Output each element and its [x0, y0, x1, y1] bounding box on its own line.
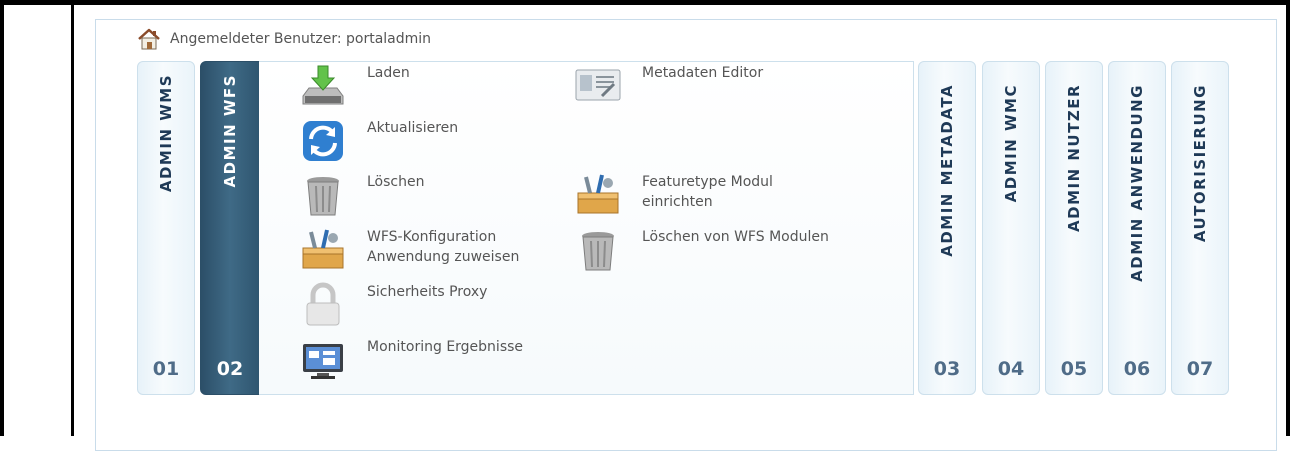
refresh-icon — [303, 121, 343, 161]
menu-item-label: Aktualisieren — [367, 120, 459, 136]
lock-icon — [306, 282, 340, 326]
menu-item-label: WFS-Konfiguration Anwendung zuweisen — [367, 229, 520, 265]
tab-number: 01 — [152, 358, 180, 380]
menu-item-label: Featuretype Modul einrichten — [642, 174, 773, 210]
menu-item-loeschen-wfs-module[interactable]: Löschen von WFS Modulen — [574, 226, 829, 274]
menu-item-label: Löschen — [367, 174, 425, 190]
toolbox-icon — [577, 174, 619, 214]
tab-title: ADMIN WMS — [157, 74, 175, 193]
wfs-menu-panel: Laden Aktualisieren Löschen WFS-Konfigur… — [259, 61, 914, 395]
tab-admin-wfs[interactable]: ADMIN WFS 02 — [200, 61, 260, 395]
menu-item-label: Sicherheits Proxy — [367, 284, 488, 300]
menu-item-label: Löschen von WFS Modulen — [642, 229, 829, 245]
tab-number: 02 — [216, 358, 244, 380]
menu-item-aktualisieren[interactable]: Aktualisieren — [299, 117, 458, 165]
tab-admin-anwendung[interactable]: ADMIN ANWENDUNG 06 — [1108, 61, 1166, 395]
monitor-icon — [303, 344, 343, 379]
id-card-icon — [575, 69, 621, 101]
menu-item-wfs-konfiguration[interactable]: WFS-Konfiguration Anwendung zuweisen — [299, 226, 519, 274]
tab-title: ADMIN WMC — [1002, 84, 1020, 203]
tab-title: AUTORISIERUNG — [1191, 84, 1209, 243]
tab-admin-nutzer[interactable]: ADMIN NUTZER 05 — [1045, 61, 1103, 395]
menu-item-sicherheits-proxy[interactable]: Sicherheits Proxy — [299, 281, 487, 329]
tab-number: 03 — [933, 358, 961, 380]
home-icon[interactable] — [136, 27, 162, 51]
tab-number: 04 — [997, 358, 1025, 380]
menu-item-laden[interactable]: Laden — [299, 62, 410, 110]
tab-number: 07 — [1186, 358, 1214, 380]
menu-item-label: Laden — [367, 65, 410, 81]
tab-admin-wms[interactable]: ADMIN WMS 01 — [137, 61, 195, 395]
menu-item-featuretype-modul[interactable]: Featuretype Modul einrichten — [574, 171, 773, 219]
tab-title: ADMIN WFS — [221, 74, 239, 188]
toolbox-icon — [302, 229, 344, 269]
tab-admin-wmc[interactable]: ADMIN WMC 04 — [982, 61, 1040, 395]
menu-item-loeschen[interactable]: Löschen — [299, 171, 424, 219]
menu-item-metadaten-editor[interactable]: Metadaten Editor — [574, 62, 763, 110]
tab-admin-metadata[interactable]: ADMIN METADATA 03 — [918, 61, 976, 395]
window-frame-left — [0, 0, 4, 436]
tab-title: ADMIN ANWENDUNG — [1128, 84, 1146, 282]
trash-icon — [582, 232, 614, 271]
tab-autorisierung[interactable]: AUTORISIERUNG 07 — [1171, 61, 1229, 395]
menu-item-label: Metadaten Editor — [642, 65, 764, 81]
window-frame-top — [0, 0, 1290, 5]
trash-icon — [307, 177, 339, 216]
tab-number: 06 — [1123, 358, 1151, 380]
logged-in-user: Angemeldeter Benutzer: portaladmin — [170, 31, 432, 47]
tab-title: ADMIN METADATA — [938, 84, 956, 257]
column-divider — [71, 0, 74, 436]
menu-item-monitoring[interactable]: Monitoring Ergebnisse — [299, 336, 523, 384]
download-icon — [302, 65, 344, 105]
tab-title: ADMIN NUTZER — [1065, 84, 1083, 232]
user-bar: Angemeldeter Benutzer: portaladmin — [136, 26, 431, 52]
admin-portal: Angemeldeter Benutzer: portaladmin ADMIN… — [95, 19, 1277, 451]
menu-item-label: Monitoring Ergebnisse — [367, 339, 524, 355]
window-frame-right — [1286, 0, 1290, 436]
tab-number: 05 — [1060, 358, 1088, 380]
